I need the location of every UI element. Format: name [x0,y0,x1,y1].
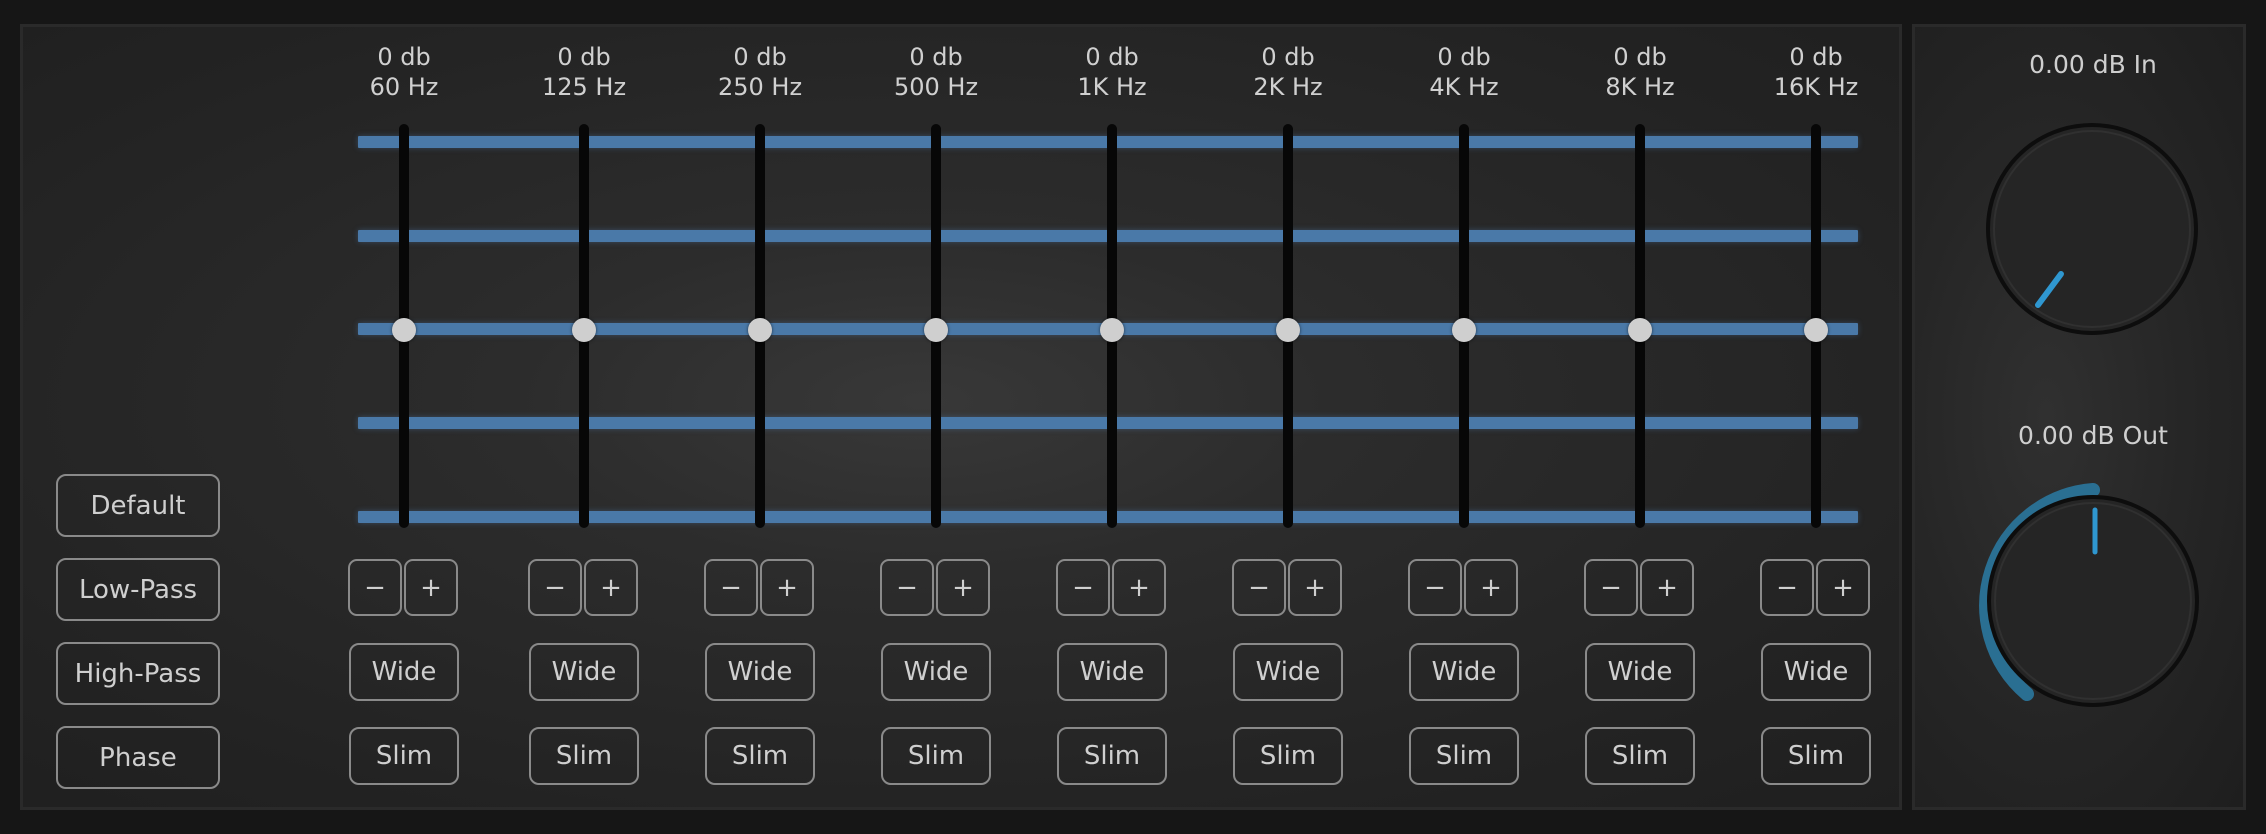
band-increase-button[interactable]: + [404,559,458,616]
band-frequency: 60 Hz [369,73,439,101]
band-wide-button[interactable]: Wide [1409,643,1519,701]
band-slim-button[interactable]: Slim [1761,727,1871,785]
band-wide-button[interactable]: Wide [1761,643,1871,701]
band-decrease-button[interactable]: − [1408,559,1462,616]
input-gain-label: 0.00 dB In [2029,50,2157,79]
band-decrease-button[interactable]: − [704,559,758,616]
band-decrease-button[interactable]: − [348,559,402,616]
band-frequency: 4K Hz [1429,73,1499,101]
band-label: 0 db 2K Hz [1208,42,1368,102]
band-frequency: 500 Hz [893,73,979,101]
band-slim-button[interactable]: Slim [529,727,639,785]
band-increase-button[interactable]: + [936,559,990,616]
band-slider-thumb[interactable] [748,318,772,342]
band-decrease-button[interactable]: − [1232,559,1286,616]
input-gain-knob[interactable] [1977,117,2215,355]
band-decrease-button[interactable]: − [1056,559,1110,616]
band-gain-value: 0 db [1085,43,1139,71]
band-label: 0 db 8K Hz [1560,42,1720,102]
band-slider-thumb[interactable] [924,318,948,342]
band-slider-thumb[interactable] [1100,318,1124,342]
band-frequency: 16K Hz [1773,73,1859,101]
band-slider-thumb[interactable] [1628,318,1652,342]
band-frequency: 1K Hz [1077,73,1147,101]
band-frequency: 250 Hz [717,73,803,101]
band-label: 0 db 1K Hz [1032,42,1192,102]
band-label: 0 db 4K Hz [1384,42,1544,102]
band-wide-button[interactable]: Wide [349,643,459,701]
band-label: 0 db 125 Hz [504,42,664,102]
band-slim-button[interactable]: Slim [881,727,991,785]
band-decrease-button[interactable]: − [880,559,934,616]
band-increase-button[interactable]: + [760,559,814,616]
band-label: 0 db 60 Hz [324,42,484,102]
band-slider-thumb[interactable] [572,318,596,342]
phase-button[interactable]: Phase [56,726,220,789]
low-pass-button[interactable]: Low-Pass [56,558,220,621]
band-gain-value: 0 db [557,43,611,71]
band-wide-button[interactable]: Wide [529,643,639,701]
band-frequency: 125 Hz [541,73,627,101]
band-slim-button[interactable]: Slim [1409,727,1519,785]
band-increase-button[interactable]: + [1640,559,1694,616]
band-increase-button[interactable]: + [1464,559,1518,616]
band-slim-button[interactable]: Slim [1057,727,1167,785]
band-label: 0 db 250 Hz [680,42,840,102]
band-increase-button[interactable]: + [1112,559,1166,616]
band-label: 0 db 16K Hz [1736,42,1896,102]
band-wide-button[interactable]: Wide [1057,643,1167,701]
band-slider-thumb[interactable] [1804,318,1828,342]
band-wide-button[interactable]: Wide [881,643,991,701]
band-gain-value: 0 db [1437,43,1491,71]
band-increase-button[interactable]: + [1816,559,1870,616]
band-slim-button[interactable]: Slim [705,727,815,785]
band-wide-button[interactable]: Wide [705,643,815,701]
output-gain-label: 0.00 dB Out [2018,421,2168,450]
band-increase-button[interactable]: + [584,559,638,616]
band-slim-button[interactable]: Slim [1585,727,1695,785]
band-wide-button[interactable]: Wide [1233,643,1343,701]
band-gain-value: 0 db [1261,43,1315,71]
band-gain-value: 0 db [733,43,787,71]
default-button[interactable]: Default [56,474,220,537]
band-slider-thumb[interactable] [392,318,416,342]
band-label: 0 db 500 Hz [856,42,1016,102]
band-slim-button[interactable]: Slim [349,727,459,785]
band-frequency: 8K Hz [1605,73,1675,101]
band-decrease-button[interactable]: − [1584,559,1638,616]
band-decrease-button[interactable]: − [528,559,582,616]
band-slim-button[interactable]: Slim [1233,727,1343,785]
band-slider-thumb[interactable] [1276,318,1300,342]
band-decrease-button[interactable]: − [1760,559,1814,616]
high-pass-button[interactable]: High-Pass [56,642,220,705]
band-frequency: 2K Hz [1253,73,1323,101]
band-wide-button[interactable]: Wide [1585,643,1695,701]
band-increase-button[interactable]: + [1288,559,1342,616]
band-gain-value: 0 db [1613,43,1667,71]
band-gain-value: 0 db [1789,43,1843,71]
band-slider-thumb[interactable] [1452,318,1476,342]
band-gain-value: 0 db [909,43,963,71]
output-gain-knob[interactable] [1960,474,2226,724]
band-gain-value: 0 db [377,43,431,71]
